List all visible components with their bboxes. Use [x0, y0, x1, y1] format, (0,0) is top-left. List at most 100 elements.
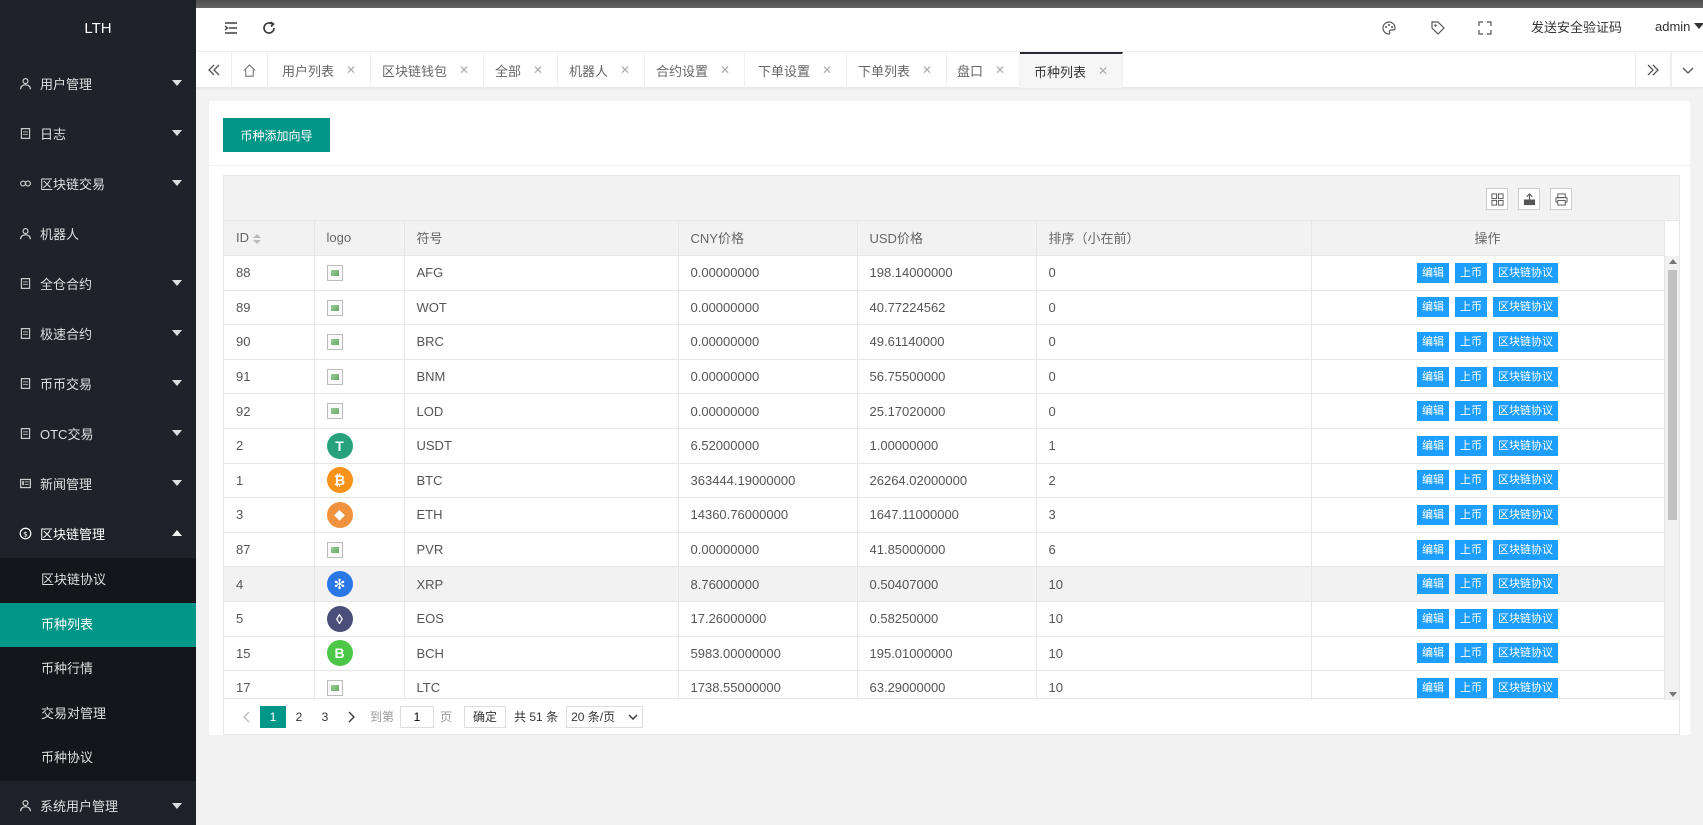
blockchain-protocol-button[interactable]: 区块链协议	[1493, 331, 1558, 352]
table-row[interactable]: 5 ◊ EOS 17.26000000 0.58250000 10 编辑 上币 区块链协议	[224, 601, 1665, 637]
close-icon[interactable]: ✕	[620, 63, 630, 77]
page-2[interactable]: 2	[286, 706, 312, 728]
goto-page-input[interactable]	[400, 705, 435, 728]
blockchain-protocol-button[interactable]: 区块链协议	[1493, 574, 1558, 595]
blockchain-protocol-button[interactable]: 区块链协议	[1493, 435, 1558, 456]
home-icon[interactable]	[232, 52, 268, 88]
sidebar-item-news[interactable]: 新闻管理	[0, 458, 196, 508]
edit-button[interactable]: 编辑	[1417, 435, 1449, 456]
edit-button[interactable]: 编辑	[1417, 297, 1449, 318]
page-1[interactable]: 1	[260, 705, 286, 728]
close-icon[interactable]: ✕	[346, 63, 356, 77]
columns-filter-icon[interactable]	[1486, 188, 1508, 210]
list-coin-button[interactable]: 上币	[1455, 297, 1487, 318]
edit-button[interactable]: 编辑	[1417, 608, 1449, 629]
page-3[interactable]: 3	[312, 706, 338, 728]
sidebar-item-log[interactable]: 日志	[0, 108, 196, 158]
page-size-select[interactable]: 20 条/页	[566, 705, 644, 728]
tabs-scroll-left-icon[interactable]	[196, 52, 232, 88]
sidebar-item-user-management[interactable]: 用户管理	[0, 58, 196, 108]
edit-button[interactable]: 编辑	[1417, 401, 1449, 422]
tab-robot[interactable]: 机器人 ✕	[555, 52, 646, 88]
prev-page-icon[interactable]	[234, 706, 260, 728]
list-coin-button[interactable]: 上币	[1455, 366, 1487, 387]
list-coin-button[interactable]: 上币	[1455, 539, 1487, 560]
table-body-scroll[interactable]: 88 AFG 0.00000000 198.14000000 0 编辑 上币 区块链协议 89 W…	[224, 255, 1679, 700]
tab-contract-settings[interactable]: 合约设置 ✕	[642, 52, 746, 88]
tag-icon[interactable]	[1429, 19, 1447, 37]
edit-button[interactable]: 编辑	[1417, 677, 1449, 698]
tab-coin-list[interactable]: 币种列表 ✕	[1020, 52, 1124, 88]
subnav-item-coin-market[interactable]: 币种行情	[0, 647, 196, 692]
sidebar-item-otc-trade[interactable]: OTC交易	[0, 408, 196, 458]
tab-blockchain-wallet[interactable]: 区块链钱包 ✕	[368, 52, 485, 88]
scroll-down-icon[interactable]	[1669, 691, 1677, 697]
list-coin-button[interactable]: 上币	[1455, 435, 1487, 456]
blockchain-protocol-button[interactable]: 区块链协议	[1493, 643, 1558, 664]
menu-toggle-icon[interactable]	[222, 19, 240, 37]
subnav-item-coin-protocol[interactable]: 币种协议	[0, 736, 196, 781]
edit-button[interactable]: 编辑	[1417, 539, 1449, 560]
close-icon[interactable]: ✕	[459, 63, 469, 77]
tab-user-list[interactable]: 用户列表 ✕	[268, 52, 372, 88]
add-coin-wizard-button[interactable]: 币种添加向导	[223, 118, 330, 152]
table-row[interactable]: 1 ₿ BTC 363444.19000000 26264.02000000 2 编辑 上币区…	[224, 463, 1665, 499]
blockchain-protocol-button[interactable]: 区块链协议	[1493, 401, 1558, 422]
col-header-id[interactable]: ID	[224, 221, 315, 256]
close-icon[interactable]: ✕	[822, 63, 832, 77]
list-coin-button[interactable]: 上币	[1455, 643, 1487, 664]
print-icon[interactable]	[1550, 188, 1572, 210]
edit-button[interactable]: 编辑	[1417, 643, 1449, 664]
blockchain-protocol-button[interactable]: 区块链协议	[1493, 677, 1558, 698]
fullscreen-icon[interactable]	[1476, 19, 1494, 37]
blockchain-protocol-button[interactable]: 区块链协议	[1493, 539, 1558, 560]
edit-button[interactable]: 编辑	[1417, 574, 1449, 595]
list-coin-button[interactable]: 上币	[1455, 574, 1487, 595]
close-icon[interactable]: ✕	[922, 63, 932, 77]
scrollbar-thumb[interactable]	[1668, 269, 1677, 520]
list-coin-button[interactable]: 上币	[1455, 470, 1487, 491]
vertical-scrollbar[interactable]	[1664, 255, 1679, 700]
tab-orderbook[interactable]: 盘口 ✕	[943, 52, 1021, 88]
refresh-icon[interactable]	[260, 19, 278, 37]
table-row[interactable]: 90 BRC 0.00000000 49.61140000 0 编辑 上币 区块链协议	[224, 324, 1665, 360]
table-row[interactable]: 91 BNM 0.00000000 56.75500000 0 编辑 上币 区块链协议	[224, 359, 1665, 395]
export-icon[interactable]	[1518, 188, 1540, 210]
tab-all[interactable]: 全部 ✕	[481, 52, 559, 88]
tabs-scroll-right-icon[interactable]	[1635, 52, 1671, 88]
edit-button[interactable]: 编辑	[1417, 470, 1449, 491]
close-icon[interactable]: ✕	[1098, 64, 1108, 78]
edit-button[interactable]: 编辑	[1417, 331, 1449, 352]
table-row[interactable]: 2 T USDT 6.52000000 1.00000000 1 编辑 上币 区块链协议	[224, 428, 1665, 464]
table-row[interactable]: 89 WOT 0.00000000 40.77224562 0 编辑 上币 区块链协议	[224, 290, 1665, 326]
subnav-item-coin-list[interactable]: 币种列表	[0, 602, 196, 647]
close-icon[interactable]: ✕	[720, 63, 730, 77]
subnav-item-blockchain-protocol[interactable]: 区块链协议	[0, 558, 196, 603]
scroll-up-icon[interactable]	[1669, 258, 1677, 264]
table-row[interactable]: 4 ✻ XRP 8.76000000 0.50407000 10 编辑 上币 区块链协议	[224, 566, 1665, 602]
sidebar-item-coin-trade[interactable]: 币币交易	[0, 358, 196, 408]
close-icon[interactable]: ✕	[995, 63, 1005, 77]
tabs-menu-chevron-icon[interactable]	[1671, 52, 1703, 88]
close-icon[interactable]: ✕	[533, 63, 543, 77]
sidebar-item-system-users[interactable]: 系统用户管理	[0, 781, 196, 825]
tab-order-list[interactable]: 下单列表 ✕	[844, 52, 948, 88]
theme-palette-icon[interactable]	[1380, 19, 1398, 37]
list-coin-button[interactable]: 上币	[1455, 401, 1487, 422]
blockchain-protocol-button[interactable]: 区块链协议	[1493, 366, 1558, 387]
list-coin-button[interactable]: 上币	[1455, 331, 1487, 352]
blockchain-protocol-button[interactable]: 区块链协议	[1493, 262, 1558, 283]
table-row[interactable]: 92 LOD 0.00000000 25.17020000 0 编辑 上币 区块链协议	[224, 393, 1665, 429]
goto-confirm-button[interactable]: 确定	[464, 705, 507, 728]
list-coin-button[interactable]: 上币	[1455, 262, 1487, 283]
tab-order-settings[interactable]: 下单设置 ✕	[744, 52, 848, 88]
blockchain-protocol-button[interactable]: 区块链协议	[1493, 470, 1558, 491]
blockchain-protocol-button[interactable]: 区块链协议	[1493, 297, 1558, 318]
sidebar-item-fast-contract[interactable]: 极速合约	[0, 308, 196, 358]
sort-icon[interactable]	[253, 233, 261, 244]
sidebar-item-blockchain-trade[interactable]: 区块链交易	[0, 158, 196, 208]
edit-button[interactable]: 编辑	[1417, 262, 1449, 283]
list-coin-button[interactable]: 上币	[1455, 677, 1487, 698]
sidebar-item-robot[interactable]: 机器人	[0, 208, 196, 258]
sidebar-item-full-contract[interactable]: 全仓合约	[0, 258, 196, 308]
